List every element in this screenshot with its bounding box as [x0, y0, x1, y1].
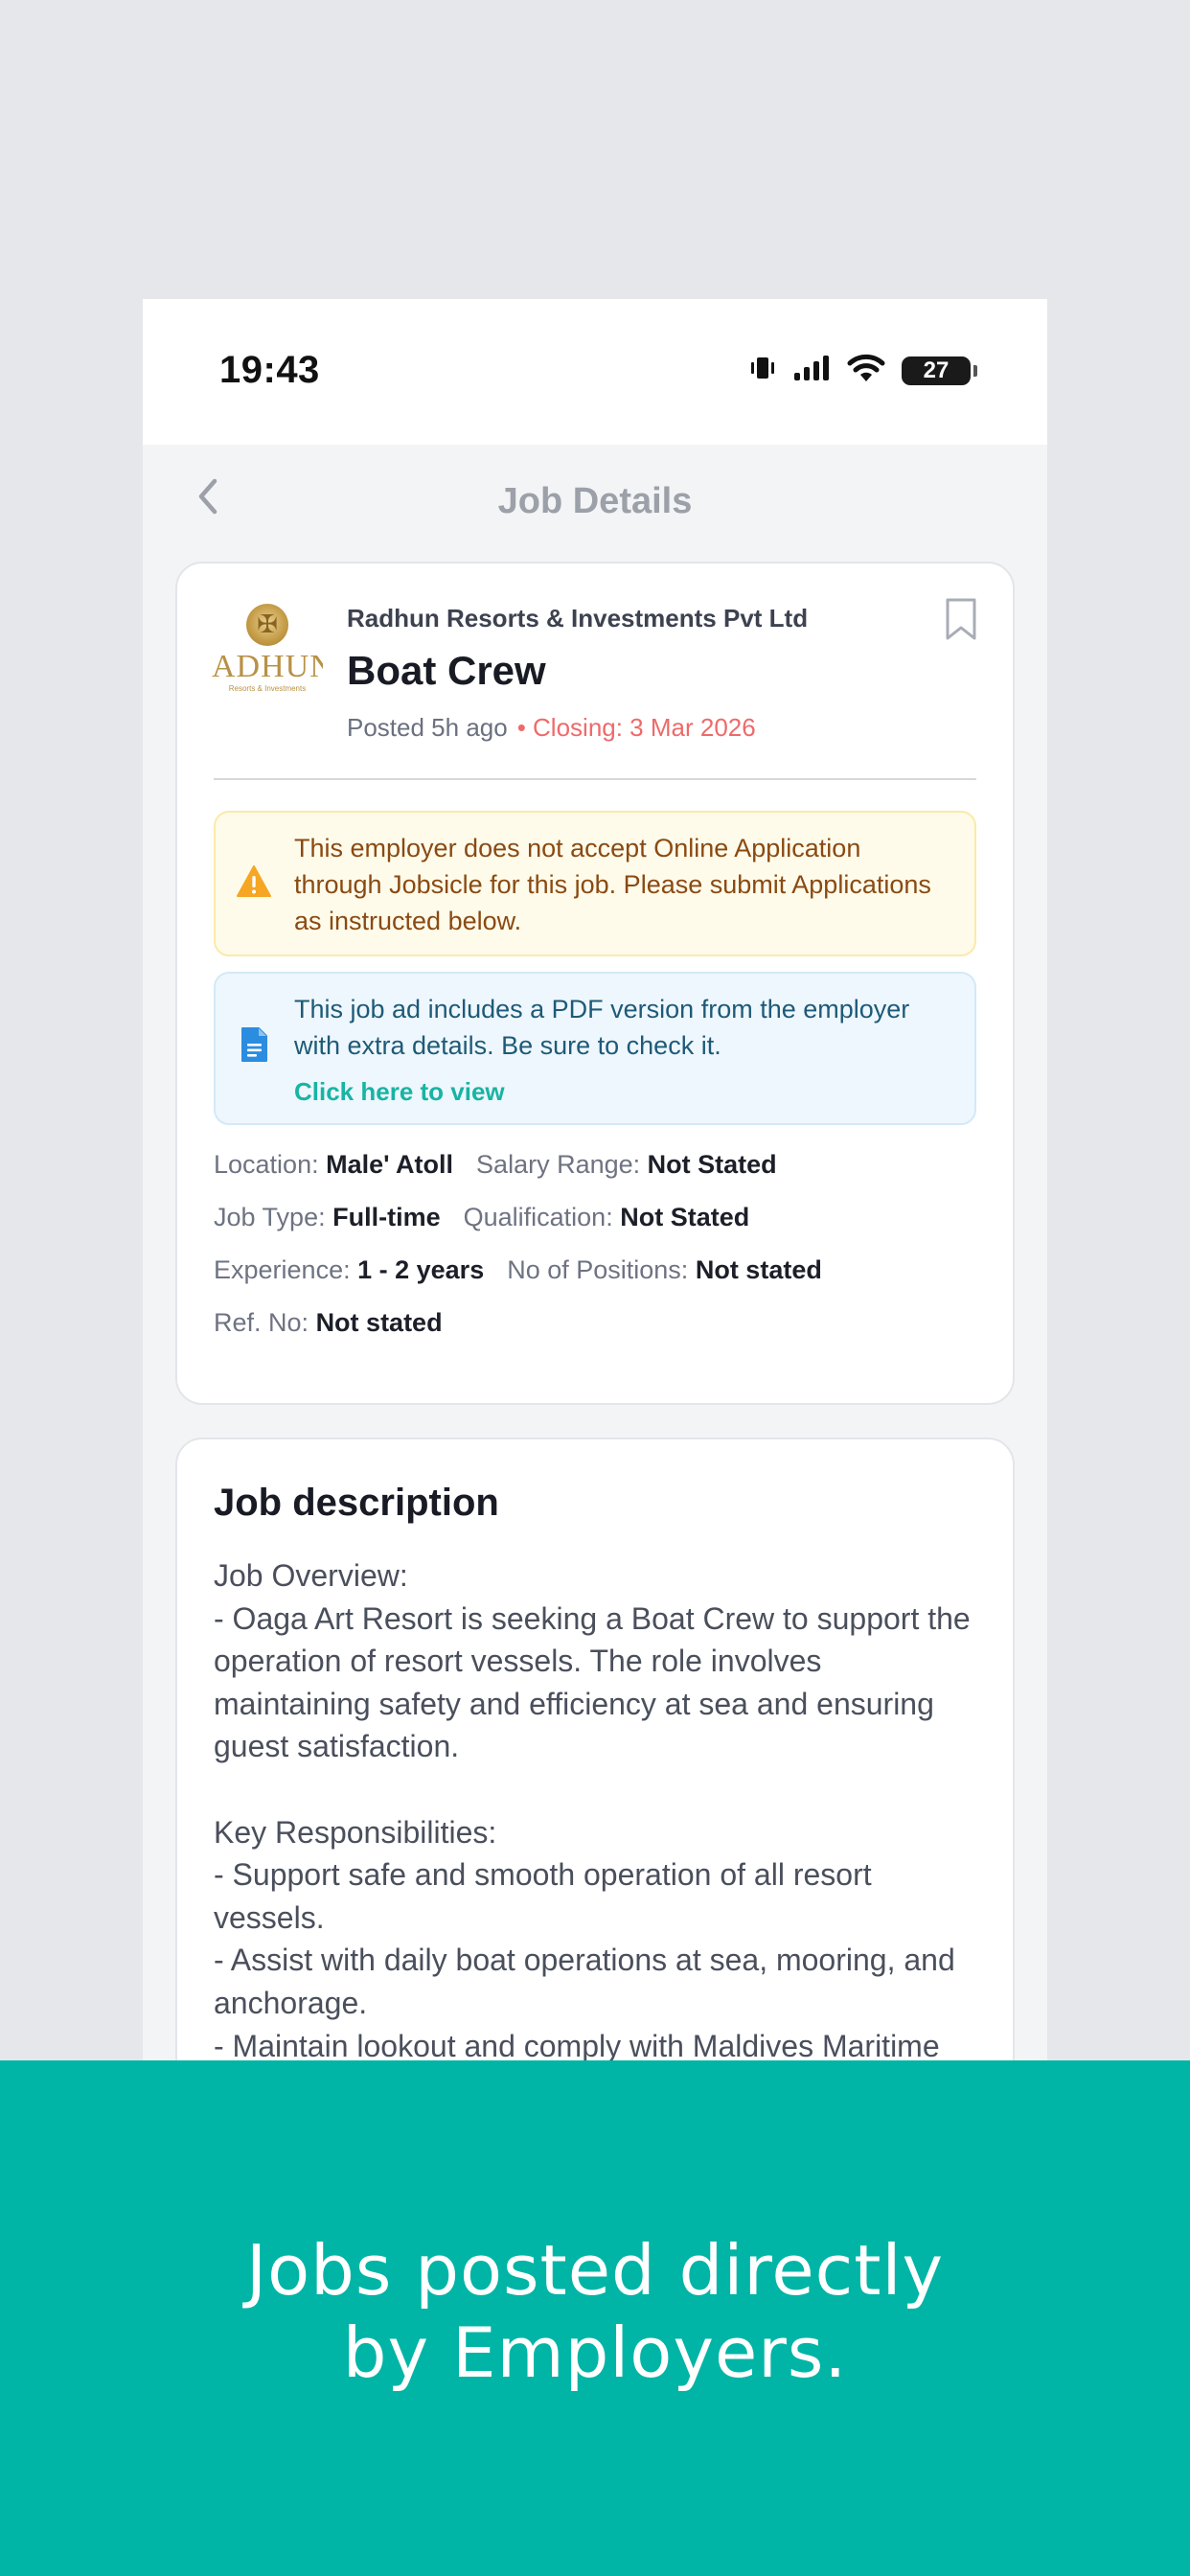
- detail-qualification: Qualification: Not Stated: [464, 1203, 750, 1232]
- signal-icon: [792, 354, 831, 387]
- ref-label: Ref. No:: [214, 1308, 309, 1337]
- posted-time: Posted 5h ago: [347, 713, 508, 742]
- job-type-label: Job Type:: [214, 1203, 326, 1231]
- description-heading: Job description: [214, 1482, 499, 1524]
- vibrate-icon: [748, 354, 777, 387]
- detail-location: Location: Male' Atoll: [214, 1150, 453, 1180]
- divider: [214, 778, 976, 780]
- document-icon: [235, 1025, 273, 1064]
- promo-text: Jobs posted directly by Employers.: [0, 2229, 1190, 2394]
- view-pdf-link[interactable]: Click here to view: [294, 1077, 505, 1107]
- warning-text: This employer does not accept Online App…: [294, 834, 931, 935]
- no-online-apply-alert: This employer does not accept Online App…: [214, 811, 976, 956]
- logo-wordmark: ADHUN: [212, 650, 323, 684]
- pdf-info-alert: This job ad includes a PDF version from …: [214, 972, 976, 1125]
- qualification-label: Qualification:: [463, 1203, 613, 1231]
- location-label: Location:: [214, 1150, 319, 1179]
- positions-label: No of Positions:: [507, 1255, 689, 1284]
- closing-date: • Closing: 3 Mar 2026: [516, 713, 756, 742]
- location-value: Male' Atoll: [326, 1150, 454, 1179]
- job-title: Boat Crew: [347, 648, 546, 693]
- company-name[interactable]: Radhun Resorts & Investments Pvt Ltd: [347, 604, 808, 633]
- bookmark-icon: [942, 598, 980, 646]
- job-details-list: Location: Male' Atoll Salary Range: Not S…: [214, 1150, 976, 1361]
- posted-info: Posted 5h ago • Closing: 3 Mar 2026: [347, 713, 756, 743]
- wifi-icon: [846, 353, 886, 388]
- promo-line-1: Jobs posted directly: [245, 2230, 945, 2311]
- phone-screen: 19:43 27 Job Details ADHUN Resorts & Inv…: [143, 299, 1047, 2062]
- ref-value: Not stated: [315, 1308, 443, 1337]
- company-logo: ADHUN Resorts & Investments: [212, 604, 323, 709]
- salary-label: Salary Range:: [476, 1150, 641, 1179]
- job-type-value: Full-time: [332, 1203, 441, 1231]
- bookmark-button[interactable]: [942, 596, 980, 642]
- battery-icon: 27: [902, 356, 977, 385]
- detail-row: Ref. No: Not stated: [214, 1308, 976, 1361]
- page-title: Job Details: [497, 481, 693, 521]
- status-bar: 19:43 27: [143, 299, 1047, 445]
- status-time: 19:43: [219, 349, 320, 391]
- experience-label: Experience:: [214, 1255, 351, 1284]
- salary-value: Not Stated: [647, 1150, 777, 1179]
- status-icons: 27: [748, 353, 977, 388]
- detail-row: Experience: 1 - 2 years No of Positions: …: [214, 1255, 976, 1308]
- detail-salary: Salary Range: Not Stated: [476, 1150, 777, 1180]
- description-body: Job Overview: - Oaga Art Resort is seeki…: [214, 1558, 971, 2062]
- detail-row: Location: Male' Atoll Salary Range: Not S…: [214, 1150, 976, 1203]
- logo-tagline: Resorts & Investments: [228, 684, 307, 693]
- qualification-value: Not Stated: [620, 1203, 750, 1231]
- positions-value: Not stated: [695, 1255, 822, 1284]
- detail-positions: No of Positions: Not stated: [507, 1255, 822, 1285]
- pdf-info-text: This job ad includes a PDF version from …: [294, 995, 910, 1060]
- promo-banner: Jobs posted directly by Employers.: [0, 2060, 1190, 2576]
- detail-experience: Experience: 1 - 2 years: [214, 1255, 484, 1285]
- detail-ref: Ref. No: Not stated: [214, 1308, 443, 1338]
- detail-row: Job Type: Full-time Qualification: Not St…: [214, 1203, 976, 1255]
- detail-job-type: Job Type: Full-time: [214, 1203, 441, 1232]
- experience-value: 1 - 2 years: [357, 1255, 485, 1284]
- logo-emblem-icon: [246, 604, 288, 646]
- warning-icon: [235, 862, 273, 901]
- promo-line-2: by Employers.: [342, 2312, 848, 2393]
- nav-bar: Job Details: [143, 445, 1047, 560]
